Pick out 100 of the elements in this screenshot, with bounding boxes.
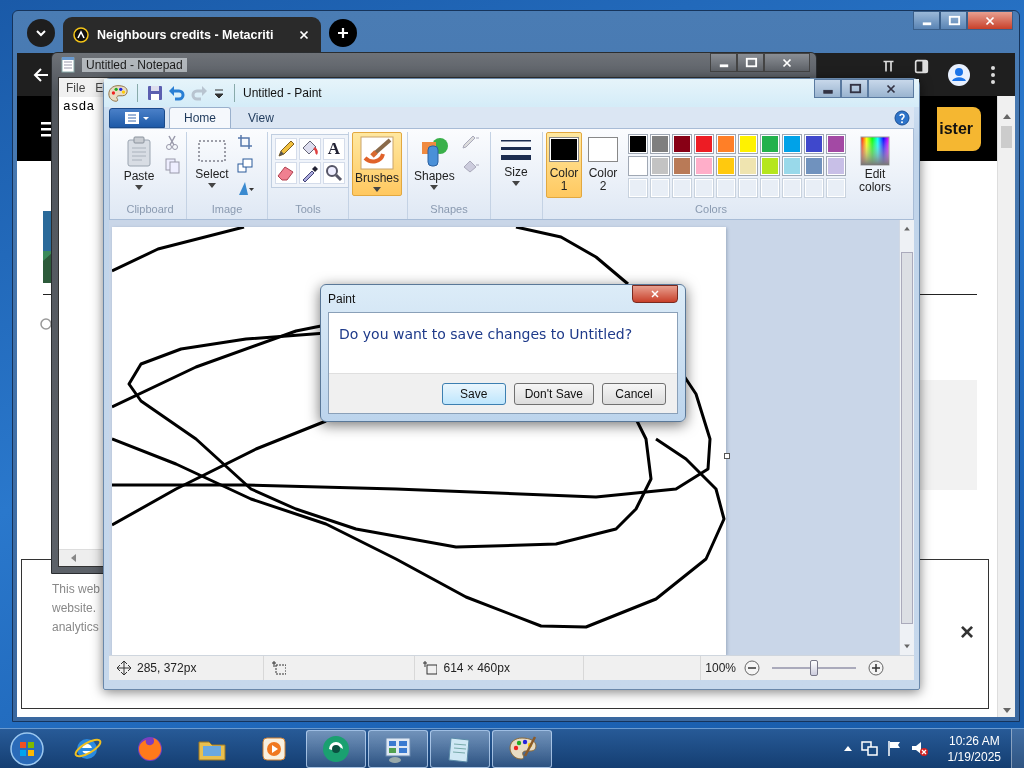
palette-swatch[interactable] [804,134,824,155]
close-button[interactable] [632,285,678,303]
taskbar-button[interactable] [430,729,490,768]
close-icon[interactable] [297,28,311,42]
palette-swatch[interactable] [672,156,692,177]
network-icon[interactable] [860,740,878,757]
new-tab-button[interactable] [329,19,357,47]
horizontal-scrollbar[interactable] [59,550,105,566]
ribbon-tab[interactable]: View [233,107,289,129]
color-picker-icon[interactable] [299,162,321,185]
magnifier-icon[interactable] [323,162,345,185]
resize-icon[interactable] [237,157,255,176]
slider-thumb[interactable] [810,660,818,677]
select-button[interactable]: Select [190,132,234,193]
menu-item[interactable]: E [95,80,104,95]
brush-icon[interactable] [360,136,394,171]
tab-list-button[interactable] [27,19,55,47]
pencil-icon[interactable] [275,138,297,161]
zoom-in-button[interactable] [868,660,884,677]
maximize-button[interactable] [737,53,764,72]
taskbar-button[interactable] [306,729,366,768]
close-button[interactable] [967,11,1013,30]
menu-item[interactable]: File [66,80,86,95]
save-icon[interactable] [146,83,164,102]
palette-swatch[interactable] [628,134,648,155]
minimize-button[interactable] [814,79,841,98]
brushes-button[interactable]: Brushes [352,132,403,197]
color-selector-button[interactable]: Color 1 [546,132,582,199]
pin-icon[interactable] [881,59,896,74]
palette-swatch[interactable] [650,156,670,177]
flag-icon[interactable] [885,740,903,757]
plus-icon[interactable] [335,25,351,41]
vertical-scrollbar[interactable] [997,96,1015,717]
resize-handle[interactable] [724,453,730,460]
speaker-muted-icon[interactable] [910,740,928,757]
palette-swatch[interactable] [826,156,846,177]
show-desktop-button[interactable] [1011,728,1024,768]
menu-icon[interactable] [989,64,997,85]
account-icon[interactable] [947,62,971,87]
palette-swatch[interactable] [716,134,736,155]
maximize-icon[interactable] [946,13,961,28]
clock-time[interactable]: 10:26 AM [948,732,1000,749]
size-button[interactable]: Size [494,132,538,191]
caret-icon[interactable] [135,185,143,191]
ribbon-tab[interactable]: Home [169,107,231,129]
zoom-out-button[interactable] [744,660,760,677]
color-selector-button[interactable]: Color 2 [585,132,621,199]
color-spectrum-icon[interactable] [860,136,890,167]
browser-tab[interactable]: Neighbours credits - Metacriti [63,17,321,53]
register-button[interactable]: ister [937,106,981,151]
caret-icon[interactable] [208,183,216,189]
vertical-scrollbar[interactable] [899,220,914,656]
palette-swatch[interactable] [694,156,714,177]
help-icon[interactable] [894,109,910,126]
dialog-button[interactable]: Cancel [602,382,666,405]
palette-swatch[interactable] [738,156,758,177]
palette-swatch[interactable] [672,134,692,155]
side-panel-icon[interactable] [914,59,929,74]
minimize-button[interactable] [913,11,940,30]
caret-icon[interactable] [512,181,520,187]
scroll-thumb[interactable] [901,251,913,624]
taskbar-button[interactable] [368,729,428,768]
text-tool-button[interactable]: A [323,138,345,161]
palette-swatch[interactable] [650,134,670,155]
show-hidden-icon[interactable] [842,744,853,753]
fill-bucket-icon[interactable] [299,138,321,161]
back-icon[interactable] [33,65,51,84]
taskbar-button[interactable] [492,729,552,768]
close-button[interactable] [868,79,914,98]
maximize-icon[interactable] [743,55,758,70]
palette-swatch[interactable] [826,134,846,155]
circle-icon[interactable] [40,318,52,330]
start-button[interactable] [10,731,44,766]
close-button[interactable]: × [960,620,974,644]
clock-date[interactable]: 1/19/2025 [947,748,1001,765]
paste-button[interactable]: Paste [117,132,161,195]
dialog-button[interactable]: Don't Save [513,382,594,405]
palette-swatch[interactable] [716,156,736,177]
scroll-thumb[interactable] [1001,126,1012,148]
caret-icon[interactable] [373,187,381,193]
palette-swatch[interactable] [760,134,780,155]
shapes-button[interactable]: Shapes [411,132,458,195]
close-button[interactable] [764,53,810,72]
palette-swatch[interactable] [694,134,714,155]
palette-swatch[interactable] [782,134,802,155]
minimize-button[interactable] [710,53,737,72]
app-menu-button[interactable] [109,108,165,129]
maximize-button[interactable] [940,11,967,30]
dialog-button[interactable]: Save [441,382,506,405]
clipboard-icon[interactable] [124,136,154,169]
eraser-icon[interactable] [275,162,297,185]
maximize-icon[interactable] [847,81,862,96]
caret-icon[interactable] [430,185,439,191]
maximize-button[interactable] [841,79,868,98]
menu-icon[interactable] [123,110,151,127]
palette-swatch[interactable] [782,156,802,177]
palette-swatch[interactable] [738,134,758,155]
palette-swatch[interactable] [804,156,824,177]
palette-swatch[interactable] [760,156,780,177]
edit-colors-button[interactable]: Edit colors [853,132,897,199]
